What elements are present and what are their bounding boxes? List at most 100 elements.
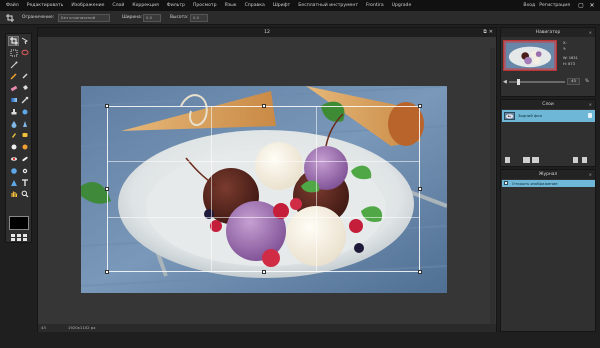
- wand-tool[interactable]: [8, 60, 19, 70]
- paint-bucket-icon: [22, 85, 28, 91]
- layer-style-icon[interactable]: [532, 157, 539, 163]
- zoom-out-icon[interactable]: ◀: [503, 79, 507, 85]
- pattern-tool[interactable]: [19, 107, 30, 117]
- menu-view[interactable]: Просмотр: [193, 0, 217, 11]
- marquee-tool[interactable]: [8, 48, 19, 58]
- crop-handle-bottom-left[interactable]: [105, 270, 109, 274]
- close-icon[interactable]: ✕: [588, 2, 596, 10]
- menu-frontira[interactable]: Frontira: [366, 0, 384, 11]
- history-header[interactable]: Журнал ✕: [501, 170, 595, 179]
- menu-free-tool[interactable]: Бесплатный инструмент: [298, 0, 358, 11]
- menu-file[interactable]: Файл: [6, 0, 19, 11]
- colorpick-tool[interactable]: [19, 95, 30, 105]
- close-panel-icon[interactable]: ✕: [589, 100, 592, 109]
- sponge-tool[interactable]: [19, 130, 30, 140]
- close-panel-icon[interactable]: ✕: [589, 28, 592, 37]
- vertical-scrollbar[interactable]: [490, 48, 495, 331]
- clone-tool[interactable]: [8, 107, 19, 117]
- brush-tool[interactable]: [19, 71, 30, 81]
- navigator-thumbnail[interactable]: [503, 40, 557, 71]
- close-document-icon[interactable]: ✕: [489, 29, 493, 35]
- spot-heal-tool[interactable]: [19, 154, 30, 164]
- bloat-tool[interactable]: [8, 166, 19, 176]
- zoom-tool[interactable]: [19, 189, 30, 199]
- sharpen-tool[interactable]: [19, 119, 30, 129]
- close-panel-icon[interactable]: ✕: [589, 170, 592, 179]
- spot-heal-icon: [21, 156, 28, 162]
- pinch-tool[interactable]: [19, 166, 30, 176]
- navigator-title: Навигатор: [535, 30, 561, 35]
- toolbox: [5, 33, 32, 243]
- menu-edit[interactable]: Редактировать: [27, 0, 64, 11]
- new-layer-icon[interactable]: [573, 157, 578, 163]
- history-panel: Журнал ✕ Открыть изображение: [500, 169, 596, 332]
- gradient-tool[interactable]: [8, 95, 19, 105]
- smudge-tool[interactable]: [8, 130, 19, 140]
- eraser-tool[interactable]: [8, 83, 19, 93]
- layers-header[interactable]: Слои ✕: [501, 100, 595, 109]
- layout-grid-icon[interactable]: [11, 234, 27, 242]
- menu-language[interactable]: Язык: [225, 0, 237, 11]
- crop-grid-line: [211, 106, 213, 272]
- zoom-value[interactable]: 43: [41, 324, 46, 332]
- pencil-tool[interactable]: [8, 71, 19, 81]
- clone-stamp-icon: [11, 108, 16, 115]
- blur-tool[interactable]: [8, 119, 19, 129]
- crop-handle-top-left[interactable]: [105, 104, 109, 108]
- crop-handle-top[interactable]: [261, 104, 266, 108]
- sponge-icon: [22, 133, 27, 138]
- menu-filter[interactable]: Фильтр: [167, 0, 185, 11]
- crop-frame: [107, 106, 420, 272]
- layer-row[interactable]: Задний фон: [502, 110, 595, 122]
- lasso-tool[interactable]: [19, 48, 30, 58]
- fullscreen-icon[interactable]: ▢: [577, 2, 585, 10]
- history-item[interactable]: Открыть изображение: [502, 180, 595, 187]
- burn-icon: [22, 144, 27, 150]
- menu-items: Файл Редактировать Изображение Слой Корр…: [6, 0, 419, 11]
- zoom-input[interactable]: 43: [567, 78, 580, 85]
- dodge-tool[interactable]: [8, 142, 19, 152]
- layer-mask-icon[interactable]: [523, 157, 530, 163]
- constraint-select[interactable]: Без ограничений: [58, 14, 110, 22]
- menu-help[interactable]: Справка: [245, 0, 265, 11]
- color-swatch[interactable]: [9, 216, 29, 230]
- register-link[interactable]: Регистрация: [539, 0, 570, 11]
- lock-icon[interactable]: [588, 113, 592, 118]
- magic-wand-icon: [10, 61, 17, 68]
- layer-tools: [503, 157, 593, 165]
- width-input[interactable]: 0.0: [143, 14, 161, 22]
- crop-handle-bottom-right[interactable]: [418, 270, 422, 274]
- menu-layer[interactable]: Слой: [112, 0, 124, 11]
- burn-tool[interactable]: [19, 142, 30, 152]
- shape-tool[interactable]: [8, 178, 19, 188]
- menu-image[interactable]: Изображение: [71, 0, 104, 11]
- move-tool[interactable]: [19, 36, 30, 46]
- crop-selection[interactable]: [105, 104, 422, 274]
- menu-font[interactable]: Шрифт: [273, 0, 290, 11]
- crop-grid-line: [107, 161, 420, 163]
- text-tool[interactable]: [19, 178, 30, 188]
- crop-handle-right[interactable]: [418, 187, 422, 191]
- restore-icon[interactable]: ⧉: [483, 29, 487, 35]
- login-link[interactable]: Вход: [523, 0, 535, 11]
- constraint-label: Ограничение:: [22, 15, 55, 20]
- crop-handle-top-right[interactable]: [418, 104, 422, 108]
- menu-adjustment[interactable]: Коррекция: [132, 0, 158, 11]
- document-title[interactable]: 12: [38, 28, 496, 37]
- pinch-icon: [22, 168, 27, 173]
- redeye-tool[interactable]: [8, 154, 19, 164]
- crop-handle-left[interactable]: [105, 187, 109, 191]
- document-window: 12 ⧉ ✕ 43 1920x1102 px: [37, 27, 497, 332]
- height-input[interactable]: 0.0: [190, 14, 208, 22]
- delete-layer-icon[interactable]: [582, 157, 587, 163]
- zoom-knob[interactable]: [517, 79, 520, 85]
- crop-handle-bottom[interactable]: [261, 270, 266, 274]
- bucket-tool[interactable]: [19, 83, 30, 93]
- move-icon: [21, 37, 28, 45]
- crop-tool[interactable]: [8, 36, 19, 46]
- canvas-area[interactable]: [38, 37, 496, 331]
- hand-tool[interactable]: [8, 189, 19, 199]
- menu-upgrade[interactable]: Upgrade: [392, 0, 412, 11]
- layer-settings-icon[interactable]: [505, 157, 510, 163]
- navigator-header[interactable]: Навигатор ✕: [501, 28, 595, 37]
